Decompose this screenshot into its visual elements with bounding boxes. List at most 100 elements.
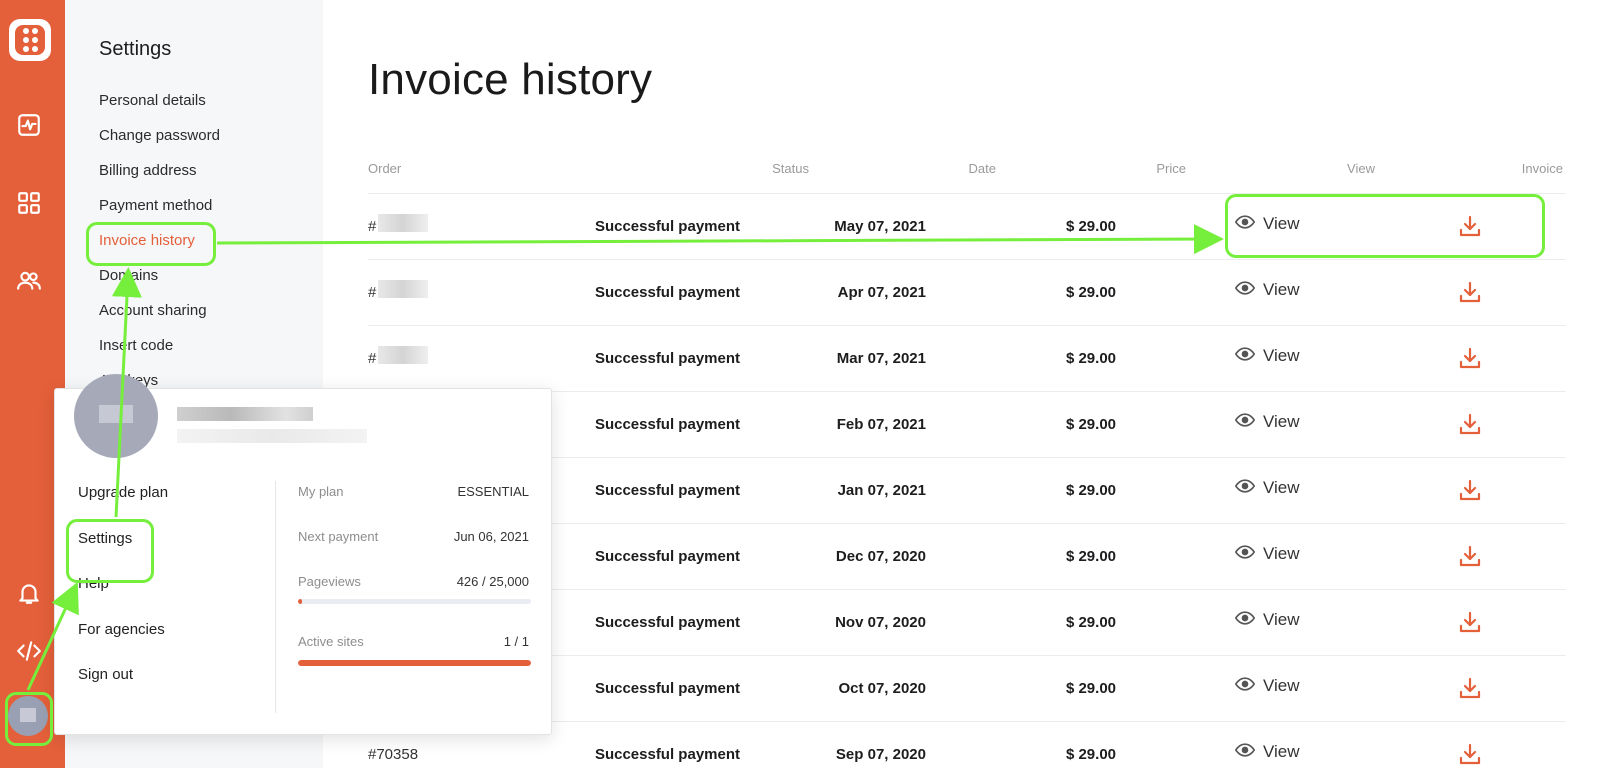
view-invoice-button[interactable]: View bbox=[1234, 214, 1300, 234]
download-icon[interactable] bbox=[1458, 676, 1482, 700]
settings-item-change-password[interactable]: Change password bbox=[99, 127, 220, 144]
order-cell: #70358 bbox=[368, 746, 419, 763]
column-header-date: Date bbox=[968, 161, 996, 176]
date-cell: May 07, 2021 bbox=[834, 218, 926, 235]
price-cell: $ 29.00 bbox=[1065, 746, 1116, 763]
popup-avatar bbox=[74, 374, 158, 458]
column-header-view: View bbox=[1347, 161, 1375, 176]
download-icon[interactable] bbox=[1458, 412, 1482, 436]
download-icon[interactable] bbox=[1458, 478, 1482, 502]
view-label: View bbox=[1263, 280, 1300, 299]
view-label: View bbox=[1263, 214, 1300, 233]
users-icon[interactable] bbox=[14, 266, 44, 296]
column-header-order: Order bbox=[368, 161, 402, 176]
code-icon[interactable] bbox=[14, 636, 44, 666]
date-cell: Oct 07, 2020 bbox=[838, 680, 926, 697]
view-invoice-button[interactable]: View bbox=[1234, 676, 1300, 696]
plan-value: ESSENTIAL bbox=[457, 484, 529, 499]
price-cell: $ 29.00 bbox=[1065, 548, 1116, 565]
menu-item-help[interactable]: Help bbox=[78, 575, 109, 592]
plan-label: My plan bbox=[298, 484, 344, 499]
order-cell: # bbox=[368, 284, 377, 301]
status-cell: Successful payment bbox=[594, 548, 740, 565]
view-label: View bbox=[1263, 412, 1300, 431]
active-sites-progress-bar bbox=[298, 660, 531, 666]
eye-icon bbox=[1234, 478, 1256, 498]
view-invoice-button[interactable]: View bbox=[1234, 544, 1300, 564]
status-cell: Successful payment bbox=[594, 680, 740, 697]
status-cell: Successful payment bbox=[594, 218, 740, 235]
date-cell: Feb 07, 2021 bbox=[836, 416, 926, 433]
settings-item-account-sharing[interactable]: Account sharing bbox=[99, 302, 207, 319]
view-label: View bbox=[1263, 544, 1300, 563]
settings-item-invoice-history[interactable]: Invoice history bbox=[99, 232, 195, 249]
date-cell: Apr 07, 2021 bbox=[837, 284, 926, 301]
settings-item-payment-method[interactable]: Payment method bbox=[99, 197, 212, 214]
settings-item-personal-details[interactable]: Personal details bbox=[99, 92, 206, 109]
column-header-price: Price bbox=[1156, 161, 1186, 176]
bell-icon[interactable] bbox=[14, 578, 44, 608]
status-cell: Successful payment bbox=[594, 482, 740, 499]
date-cell: Dec 07, 2020 bbox=[835, 548, 926, 565]
view-label: View bbox=[1263, 478, 1300, 497]
eye-icon bbox=[1234, 346, 1256, 366]
price-cell: $ 29.00 bbox=[1065, 350, 1116, 367]
view-invoice-button[interactable]: View bbox=[1234, 478, 1300, 498]
settings-item-billing-address[interactable]: Billing address bbox=[99, 162, 197, 179]
status-cell: Successful payment bbox=[594, 746, 740, 763]
settings-title: Settings bbox=[99, 38, 172, 60]
order-redacted bbox=[378, 346, 428, 364]
eye-icon bbox=[1234, 280, 1256, 300]
download-icon[interactable] bbox=[1458, 280, 1482, 304]
table-row: # Successful payment Apr 07, 2021 $ 29.00 Vi… bbox=[368, 259, 1566, 325]
download-icon[interactable] bbox=[1458, 610, 1482, 634]
download-icon[interactable] bbox=[1458, 742, 1482, 766]
page-title: Invoice history bbox=[368, 55, 653, 104]
menu-item-sign-out[interactable]: Sign out bbox=[78, 666, 133, 683]
view-invoice-button[interactable]: View bbox=[1234, 742, 1300, 762]
status-cell: Successful payment bbox=[594, 284, 740, 301]
user-menu-popup: Upgrade plan Settings Help For agencies … bbox=[54, 374, 552, 735]
view-label: View bbox=[1263, 346, 1300, 365]
menu-item-for-agencies[interactable]: For agencies bbox=[78, 621, 165, 638]
date-cell: Mar 07, 2021 bbox=[836, 350, 926, 367]
column-header-invoice: Invoice bbox=[1521, 161, 1563, 176]
price-cell: $ 29.00 bbox=[1065, 680, 1116, 697]
table-row: # Successful payment Mar 07, 2021 $ 29.00 Vi… bbox=[368, 325, 1566, 391]
column-header-status: Status bbox=[772, 161, 809, 176]
app-logo-icon[interactable] bbox=[9, 19, 51, 61]
eye-icon bbox=[1234, 544, 1256, 564]
table-row: # Successful payment May 07, 2021 $ 29.00 Vi… bbox=[368, 193, 1566, 259]
download-icon[interactable] bbox=[1458, 214, 1482, 238]
view-invoice-button[interactable]: View bbox=[1234, 610, 1300, 630]
eye-icon bbox=[1234, 412, 1256, 432]
menu-item-upgrade-plan[interactable]: Upgrade plan bbox=[78, 484, 168, 501]
status-cell: Successful payment bbox=[594, 614, 740, 631]
settings-item-insert-code[interactable]: Insert code bbox=[99, 337, 173, 354]
status-cell: Successful payment bbox=[594, 416, 740, 433]
eye-icon bbox=[1234, 214, 1256, 234]
price-cell: $ 29.00 bbox=[1065, 614, 1116, 631]
pageviews-progress-fill bbox=[298, 599, 302, 604]
popup-divider bbox=[275, 481, 276, 713]
view-invoice-button[interactable]: View bbox=[1234, 412, 1300, 432]
view-invoice-button[interactable]: View bbox=[1234, 280, 1300, 300]
active-sites-progress-fill bbox=[298, 660, 531, 666]
view-label: View bbox=[1263, 742, 1300, 761]
order-redacted bbox=[378, 280, 428, 298]
settings-item-domains[interactable]: Domains bbox=[99, 267, 158, 284]
avatar[interactable] bbox=[8, 696, 48, 736]
active-sites-value: 1 / 1 bbox=[503, 634, 529, 649]
price-cell: $ 29.00 bbox=[1065, 416, 1116, 433]
view-label: View bbox=[1263, 676, 1300, 695]
download-icon[interactable] bbox=[1458, 346, 1482, 370]
eye-icon bbox=[1234, 742, 1256, 762]
pageviews-value: 426 / 25,000 bbox=[456, 574, 529, 589]
menu-item-settings[interactable]: Settings bbox=[78, 530, 132, 547]
view-invoice-button[interactable]: View bbox=[1234, 346, 1300, 366]
activity-icon[interactable] bbox=[14, 110, 44, 140]
download-icon[interactable] bbox=[1458, 544, 1482, 568]
active-sites-label: Active sites bbox=[298, 634, 364, 649]
dashboard-grid-icon[interactable] bbox=[14, 188, 44, 218]
price-cell: $ 29.00 bbox=[1065, 482, 1116, 499]
